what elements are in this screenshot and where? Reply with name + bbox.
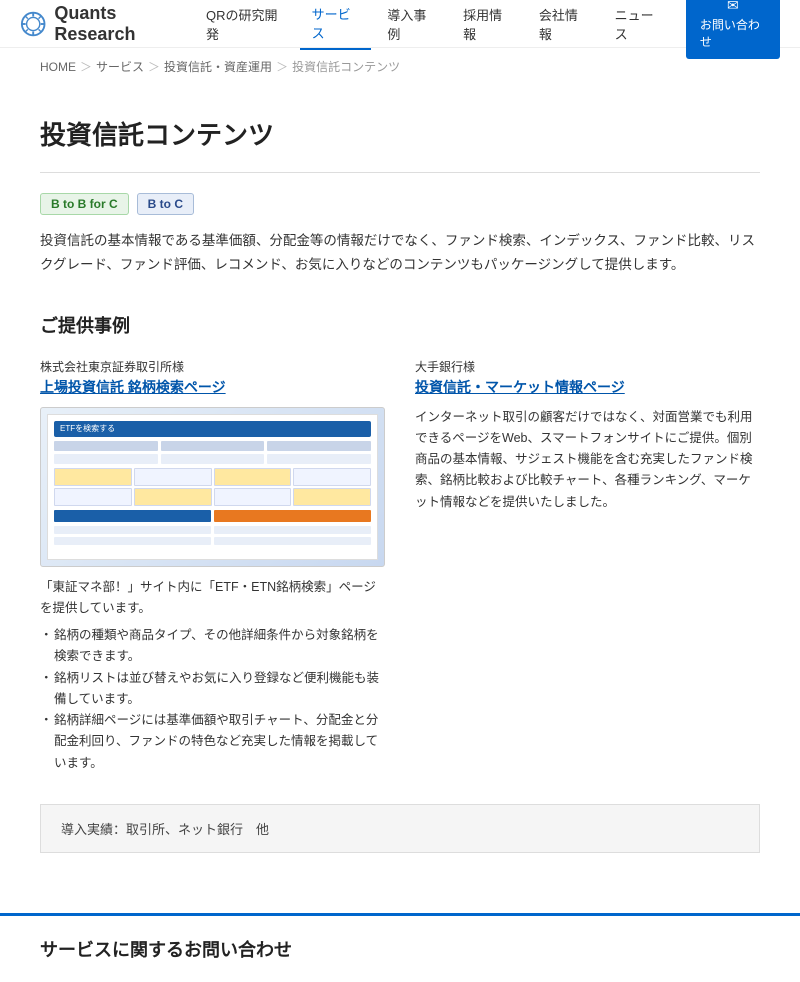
tag-b2c: B to C [137,193,194,215]
nav-company[interactable]: 会社情報 [527,0,599,49]
logo-icon [20,10,46,38]
breadcrumb-sep-1: ＞ [80,58,92,75]
contact-label: お問い合わせ [700,17,766,51]
case-1-bullet-1: 銘柄の種類や商品タイプ、その他詳細条件から対象銘柄を検索できます。 [40,625,385,668]
cases-grid: 株式会社東京証券取引所様 上場投資信託 銘柄検索ページ ETFを検索する [40,358,760,774]
case-2-company: 大手銀行様 [415,358,760,375]
case-item-2: 大手銀行様 投資信託・マーケット情報ページ インターネット取引の顧客だけではなく… [415,358,760,774]
main-nav: QRの研究開発 サービス 導入事例 採用情報 会社情報 ニュース ✉ お問い合わ… [194,0,780,59]
divider [40,172,760,173]
nav-recruitment[interactable]: 採用情報 [451,0,523,49]
nav-qr-research[interactable]: QRの研究開発 [194,0,296,49]
breadcrumb-services[interactable]: サービス [96,58,144,75]
main-content: 投資信託コンテンツ B to B for C B to C 投資信託の基本情報で… [0,85,800,913]
case-2-desc: インターネット取引の顧客だけではなく、対面営業でも利用できるページをWeb、スマ… [415,407,760,513]
header: Quants Research QRの研究開発 サービス 導入事例 採用情報 会… [0,0,800,48]
bottom-section-title: サービスに関するお問い合わせ [40,936,760,962]
case-1-bullet-2: 銘柄リストは並び替えやお気に入り登録など便利機能も装備しています。 [40,668,385,711]
nav-services[interactable]: サービス [300,0,372,50]
nav-cases[interactable]: 導入事例 [375,0,447,49]
tag-b2b: B to B for C [40,193,129,215]
case-2-service-title[interactable]: 投資信託・マーケット情報ページ [415,377,760,397]
footer-banner-text: 導入実績：取引所、ネット銀行 他 [61,822,269,837]
case-1-desc: 「東証マネ部！」サイト内に「ETF・ETN銘柄検索」ページを提供しています。 [40,577,385,620]
footer-banner: 導入実績：取引所、ネット銀行 他 [40,804,760,853]
nav-news[interactable]: ニュース [603,0,674,49]
case-1-company: 株式会社東京証券取引所様 [40,358,385,375]
page-title: 投資信託コンテンツ [40,115,760,152]
mail-icon: ✉ [727,0,739,16]
cases-section-title: ご提供事例 [40,308,760,338]
case-1-bullet-3: 銘柄詳細ページには基準価額や取引チャート、分配金と分配金利回り、ファンドの特色な… [40,710,385,774]
breadcrumb-home[interactable]: HOME [40,60,76,74]
bottom-section: サービスに関するお問い合わせ [0,913,800,982]
case-1-bullets: 銘柄の種類や商品タイプ、その他詳細条件から対象銘柄を検索できます。 銘柄リストは… [40,625,385,774]
contact-button[interactable]: ✉ お問い合わせ [686,0,780,59]
breadcrumb-sep-3: ＞ [276,58,288,75]
logo-text: Quants Research [54,3,194,45]
tags-area: B to B for C B to C [40,193,760,215]
case-item-1: 株式会社東京証券取引所様 上場投資信託 銘柄検索ページ ETFを検索する [40,358,385,774]
logo-area: Quants Research [20,3,194,45]
breadcrumb-current: 投資信託コンテンツ [292,58,400,75]
breadcrumb-sep-2: ＞ [148,58,160,75]
intro-text: 投資信託の基本情報である基準価額、分配金等の情報だけでなく、ファンド検索、インデ… [40,229,760,278]
breadcrumb-investment-asset[interactable]: 投資信託・資産運用 [164,58,272,75]
case-1-service-title[interactable]: 上場投資信託 銘柄検索ページ [40,377,385,397]
case-1-screenshot: ETFを検索する [40,407,385,567]
